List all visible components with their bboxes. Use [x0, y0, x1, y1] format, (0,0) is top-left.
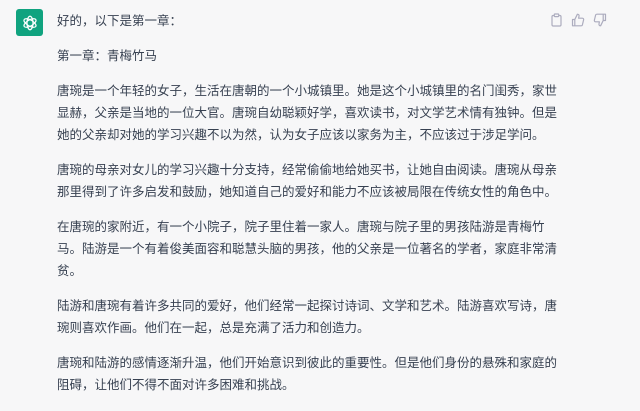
message-content: 好的，以下是第一章： 第一章：青梅竹马 唐琬是一个年轻的女子，生活在唐朝的一个小… — [57, 10, 562, 409]
message-paragraph: 唐琬和陆游的感情逐渐升温，他们开始意识到彼此的重要性。但是他们身份的悬殊和家庭的… — [57, 355, 558, 392]
message-paragraph: 唐琬是一个年轻的女子，生活在唐朝的一个小城镇里。她是这个小城镇里的名门闺秀，家世… — [57, 83, 558, 142]
chapter-title: 第一章：青梅竹马 — [57, 48, 158, 63]
message-intro: 好的，以下是第一章： — [57, 13, 183, 28]
chat-message: 好的，以下是第一章： 第一章：青梅竹马 唐琬是一个年轻的女子，生活在唐朝的一个小… — [0, 0, 640, 411]
clipboard-icon — [550, 13, 562, 27]
message-actions — [548, 12, 608, 28]
thumbs-down-icon — [593, 13, 607, 27]
copy-button[interactable] — [548, 12, 564, 28]
thumbs-up-icon — [571, 13, 585, 27]
message-paragraph: 唐琬的母亲对女儿的学习兴趣十分支持，经常偷偷地给她买书，让她自由阅读。唐琬从母亲… — [57, 162, 558, 199]
openai-logo-icon — [22, 15, 37, 30]
like-button[interactable] — [570, 12, 586, 28]
message-paragraph: 陆游和唐琬有着许多共同的爱好，他们经常一起探讨诗词、文学和艺术。陆游喜欢写诗，唐… — [57, 298, 558, 335]
message-paragraph: 在唐琬的家附近，有一个小院子，院子里住着一家人。唐琬与院子里的男孩陆游是青梅竹马… — [57, 219, 558, 278]
dislike-button[interactable] — [592, 12, 608, 28]
assistant-avatar — [16, 9, 43, 36]
